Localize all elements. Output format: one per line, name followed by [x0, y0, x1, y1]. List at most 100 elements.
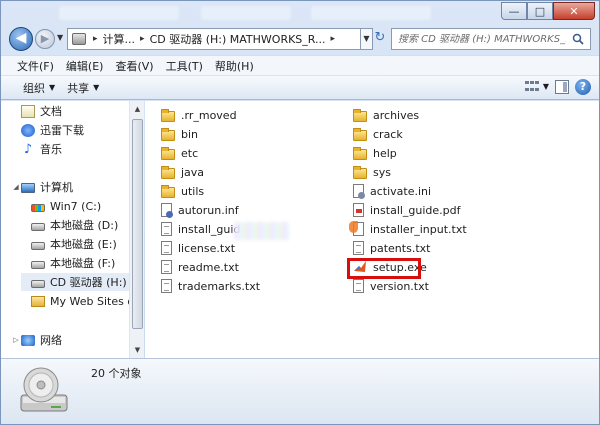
file-name: etc [181, 146, 199, 160]
file-item[interactable]: readme.txt [161, 258, 239, 276]
minimize-button[interactable]: — [501, 2, 527, 20]
nav-item-label: Win7 (C:) [50, 199, 102, 213]
file-item[interactable]: bin [161, 125, 198, 143]
folder-icon [161, 165, 175, 179]
file-item[interactable]: install_guide.pdf [353, 201, 461, 219]
nav-item-cd-drive[interactable]: CD 驱动器 (H:) M [21, 273, 140, 291]
nav-item-label: 音乐 [40, 143, 62, 156]
file-name: installer_input.txt [370, 222, 467, 236]
breadcrumb-computer[interactable]: 计算... [101, 31, 138, 47]
computer-icon [21, 182, 35, 193]
nav-item-drive-c[interactable]: Win7 (C:) [31, 197, 143, 215]
file-item[interactable]: utils [161, 182, 204, 200]
file-item[interactable]: java [161, 163, 204, 181]
file-name: version.txt [370, 279, 429, 293]
view-options-icon[interactable] [525, 81, 539, 93]
hard-drive-icon [31, 241, 45, 250]
address-bar[interactable]: ▸ 计算... ▸ CD 驱动器 (H:) MATHWORKS_R... ▸ [67, 28, 361, 50]
breadcrumb-arrow-icon[interactable]: ▸ [137, 34, 148, 44]
maximize-button[interactable]: □ [527, 2, 553, 20]
blurred-overlay [234, 222, 289, 240]
nav-item-drive-d[interactable]: 本地磁盘 (D:) [31, 216, 143, 234]
file-item[interactable]: activate.ini [353, 182, 431, 200]
file-item[interactable]: installer_input.txt [349, 220, 467, 238]
file-name: .rr_moved [181, 108, 237, 122]
blurred-title-region [59, 6, 179, 20]
menu-view[interactable]: 查看(V) [109, 58, 159, 74]
breadcrumb-arrow-icon[interactable]: ▸ [328, 34, 339, 44]
scroll-thumb[interactable] [132, 119, 143, 329]
file-item[interactable]: trademarks.txt [161, 277, 260, 295]
nav-item-label: 本地磁盘 (F:) [50, 257, 116, 270]
expand-arrow-icon[interactable]: ▷ [11, 336, 21, 344]
file-name: bin [181, 127, 199, 141]
details-pane: 20 个对象 [1, 358, 599, 424]
scroll-down-arrow-icon[interactable]: ▼ [131, 343, 144, 357]
menu-bar: 文件(F) 编辑(E) 查看(V) 工具(T) 帮助(H) [1, 55, 599, 75]
file-item[interactable]: help [353, 144, 397, 162]
breadcrumb-arrow-icon[interactable]: ▸ [90, 34, 101, 44]
network-icon [21, 334, 35, 346]
menu-edit[interactable]: 编辑(E) [60, 58, 110, 74]
file-item[interactable]: autorun.inf [161, 201, 239, 219]
file-item[interactable]: sys [353, 163, 391, 181]
preview-pane-icon[interactable] [555, 80, 569, 94]
file-item[interactable]: version.txt [353, 277, 429, 295]
file-item[interactable]: crack [353, 125, 403, 143]
nav-item-drive-e[interactable]: 本地磁盘 (E:) [31, 235, 143, 253]
file-name: sys [373, 165, 391, 179]
scroll-up-arrow-icon[interactable]: ▲ [131, 102, 144, 116]
file-item[interactable]: archives [353, 106, 419, 124]
nav-item-thunder-downloads[interactable]: 迅雷下载 [21, 121, 143, 139]
share-button[interactable]: 共享 ▼ [63, 80, 107, 96]
chevron-down-icon[interactable]: ▼ [543, 82, 549, 91]
file-item[interactable]: .rr_moved [161, 106, 237, 124]
setup-exe-highlight-box [347, 258, 421, 279]
chevron-down-icon: ▼ [49, 83, 56, 92]
inf-file-icon [161, 203, 173, 218]
file-item[interactable]: etc [161, 144, 198, 162]
folder-icon [161, 184, 175, 198]
search-icon[interactable] [572, 33, 584, 45]
nav-item-music[interactable]: ♪ 音乐 [21, 140, 143, 158]
nav-scrollbar[interactable]: ▲ ▼ [129, 101, 144, 358]
nav-item-drive-f[interactable]: 本地磁盘 (F:) [31, 254, 143, 272]
title-bar: — □ ✕ [1, 1, 599, 25]
file-item[interactable]: install_guid [161, 220, 240, 238]
refresh-button[interactable]: ↻ [371, 28, 389, 50]
file-name: install_guid [178, 222, 241, 236]
menu-help[interactable]: 帮助(H) [209, 58, 260, 74]
file-name: trademarks.txt [178, 279, 261, 293]
document-icon [161, 222, 172, 236]
file-list: .rr_movedbin etc java utils autorun.inf insta… [145, 101, 599, 358]
breadcrumb-cd-drive[interactable]: CD 驱动器 (H:) MATHWORKS_R... [148, 31, 328, 47]
folder-icon [353, 165, 367, 179]
nav-item-network[interactable]: ▷ 网络 [11, 331, 141, 349]
text-file-icon [161, 241, 172, 255]
nav-item-my-web-sites[interactable]: My Web Sites or [31, 292, 143, 310]
blurred-title-region [201, 6, 291, 20]
chevron-down-icon: ▼ [93, 83, 100, 92]
menu-tools[interactable]: 工具(T) [160, 58, 209, 74]
help-button[interactable]: ? [575, 79, 591, 95]
close-button[interactable]: ✕ [553, 2, 595, 20]
file-item[interactable]: patents.txt [353, 239, 430, 257]
history-dropdown[interactable]: ▼ [57, 33, 63, 42]
nav-item-label: 本地磁盘 (E:) [50, 238, 117, 251]
thunder-download-icon [21, 123, 35, 137]
expand-arrow-icon[interactable]: ◢ [11, 183, 21, 191]
navigation-pane: 文档 迅雷下载 ♪ 音乐 ◢ 计算机 Win7 (C:) 本地磁盘 (D:) 本… [1, 101, 144, 358]
menu-file[interactable]: 文件(F) [11, 58, 60, 74]
search-box[interactable] [391, 28, 591, 50]
nav-item-documents[interactable]: 文档 [21, 102, 143, 120]
file-item[interactable]: license.txt [161, 239, 235, 257]
file-name: license.txt [178, 241, 236, 255]
folder-icon [353, 127, 367, 141]
search-input[interactable] [398, 33, 566, 45]
back-button[interactable]: ◀ [9, 27, 33, 51]
nav-item-computer[interactable]: ◢ 计算机 [11, 178, 141, 196]
nav-item-label: 本地磁盘 (D:) [50, 219, 119, 232]
forward-button[interactable]: ▶ [35, 29, 55, 49]
organize-button[interactable]: 组织 ▼ [19, 80, 63, 96]
web-folder-icon [31, 295, 45, 307]
